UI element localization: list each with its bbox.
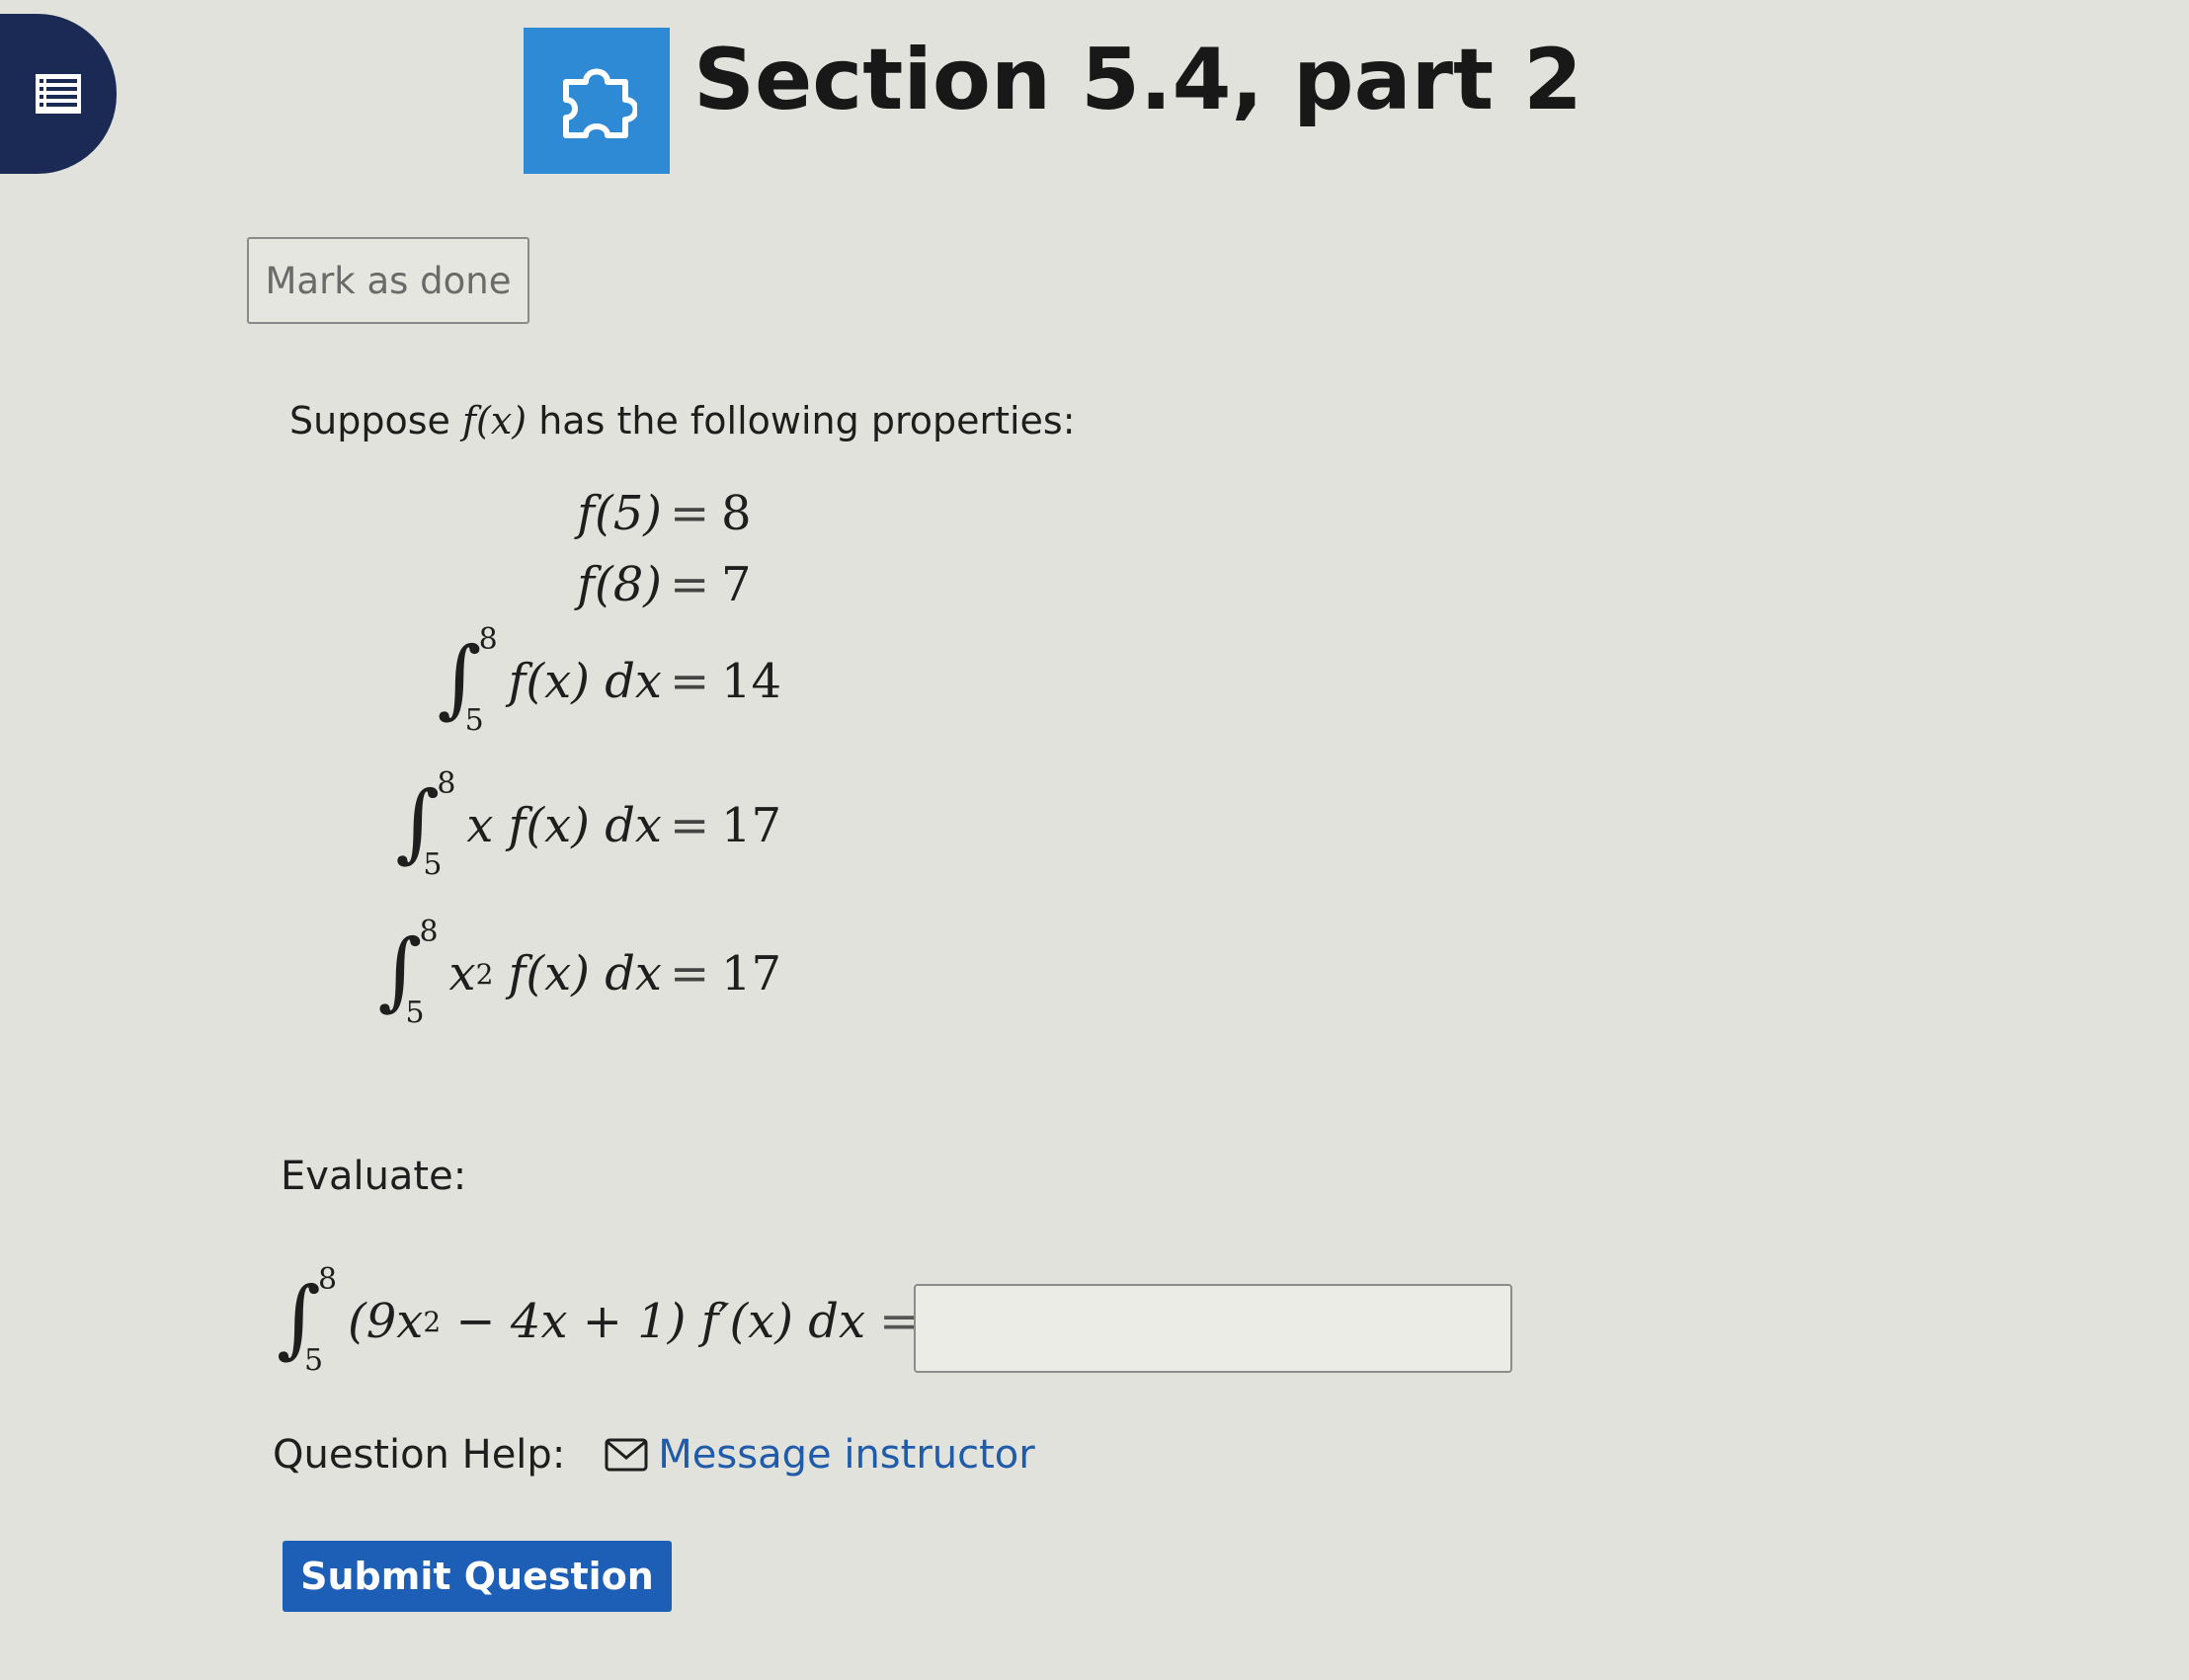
- property-value: 7: [721, 557, 752, 612]
- integral-sign: ∫ 8 5: [395, 766, 456, 882]
- property-row: ∫ 8 5 x2 f(x) dx = 17: [286, 915, 840, 1030]
- integral-sign: ∫ 8 5: [277, 1262, 338, 1378]
- property-lhs: f(8): [577, 557, 662, 612]
- answer-input[interactable]: [914, 1284, 1512, 1373]
- equals-sign: =: [670, 798, 710, 853]
- intro-text-after: has the following properties:: [538, 399, 1076, 442]
- equals-sign: =: [670, 557, 710, 612]
- integrand-exponent: 2: [475, 957, 494, 991]
- question-help-label: Question Help:: [273, 1432, 566, 1478]
- target-integrand-rest: − 4x + 1) f′(x) dx: [441, 1294, 866, 1349]
- property-row: f(8) = 7: [286, 535, 840, 634]
- integral-lower-limit: 5: [423, 847, 443, 882]
- property-value: 17: [721, 798, 782, 853]
- intro-function: f(x): [461, 399, 527, 442]
- mark-as-done-button[interactable]: Mark as done: [247, 237, 529, 324]
- list-icon: [36, 74, 81, 114]
- integral-sign: ∫ 8 5: [437, 622, 498, 738]
- integral-upper-limit: 8: [419, 915, 439, 949]
- equals-sign: =: [670, 654, 710, 709]
- page-title: Section 5.4, part 2: [693, 31, 1582, 129]
- envelope-icon: [605, 1438, 648, 1472]
- integral-lower-limit: 5: [405, 996, 425, 1030]
- question-help: Question Help: Message instructor: [273, 1432, 1035, 1478]
- message-instructor-label: Message instructor: [658, 1432, 1035, 1478]
- integral-sign: ∫ 8 5: [377, 915, 439, 1030]
- integral-upper-limit: 8: [478, 622, 498, 657]
- submit-question-button[interactable]: Submit Question: [283, 1541, 672, 1612]
- property-row: ∫ 8 5 x f(x) dx = 17: [286, 766, 840, 882]
- integral-lower-limit: 5: [464, 703, 484, 738]
- equals-sign: =: [670, 946, 710, 1001]
- menu-toggle-button[interactable]: [0, 14, 117, 174]
- integrand: x f(x) dx: [466, 798, 662, 853]
- target-integrand-exponent: 2: [423, 1305, 442, 1338]
- integral-upper-limit: 8: [437, 766, 456, 801]
- section-icon-box: [524, 28, 670, 174]
- intro-text-before: Suppose: [289, 399, 450, 442]
- target-integral: ∫ 8 5 (9x 2 − 4x + 1) f′(x) dx =: [277, 1262, 919, 1378]
- property-row: ∫ 8 5 f(x) dx = 14: [286, 622, 840, 738]
- integral-lower-limit: 5: [304, 1343, 324, 1378]
- evaluate-label: Evaluate:: [281, 1154, 467, 1199]
- integrand-rest: f(x) dx: [493, 946, 662, 1001]
- message-instructor-link[interactable]: Message instructor: [605, 1432, 1035, 1478]
- property-lhs: f(5): [577, 486, 662, 541]
- properties-list: f(5) = 8 f(8) = 7 ∫ 8 5 f(x) dx = 14 ∫ 8…: [286, 464, 840, 1057]
- puzzle-piece-icon: [563, 68, 637, 138]
- question-intro: Suppose f(x) has the following propertie…: [289, 399, 1076, 442]
- integrand-base: x: [448, 946, 476, 1001]
- target-integrand-open: (9x: [348, 1294, 424, 1349]
- property-value: 17: [721, 946, 782, 1001]
- property-value: 14: [721, 654, 782, 709]
- integrand: f(x) dx: [508, 654, 662, 709]
- integral-upper-limit: 8: [318, 1262, 338, 1297]
